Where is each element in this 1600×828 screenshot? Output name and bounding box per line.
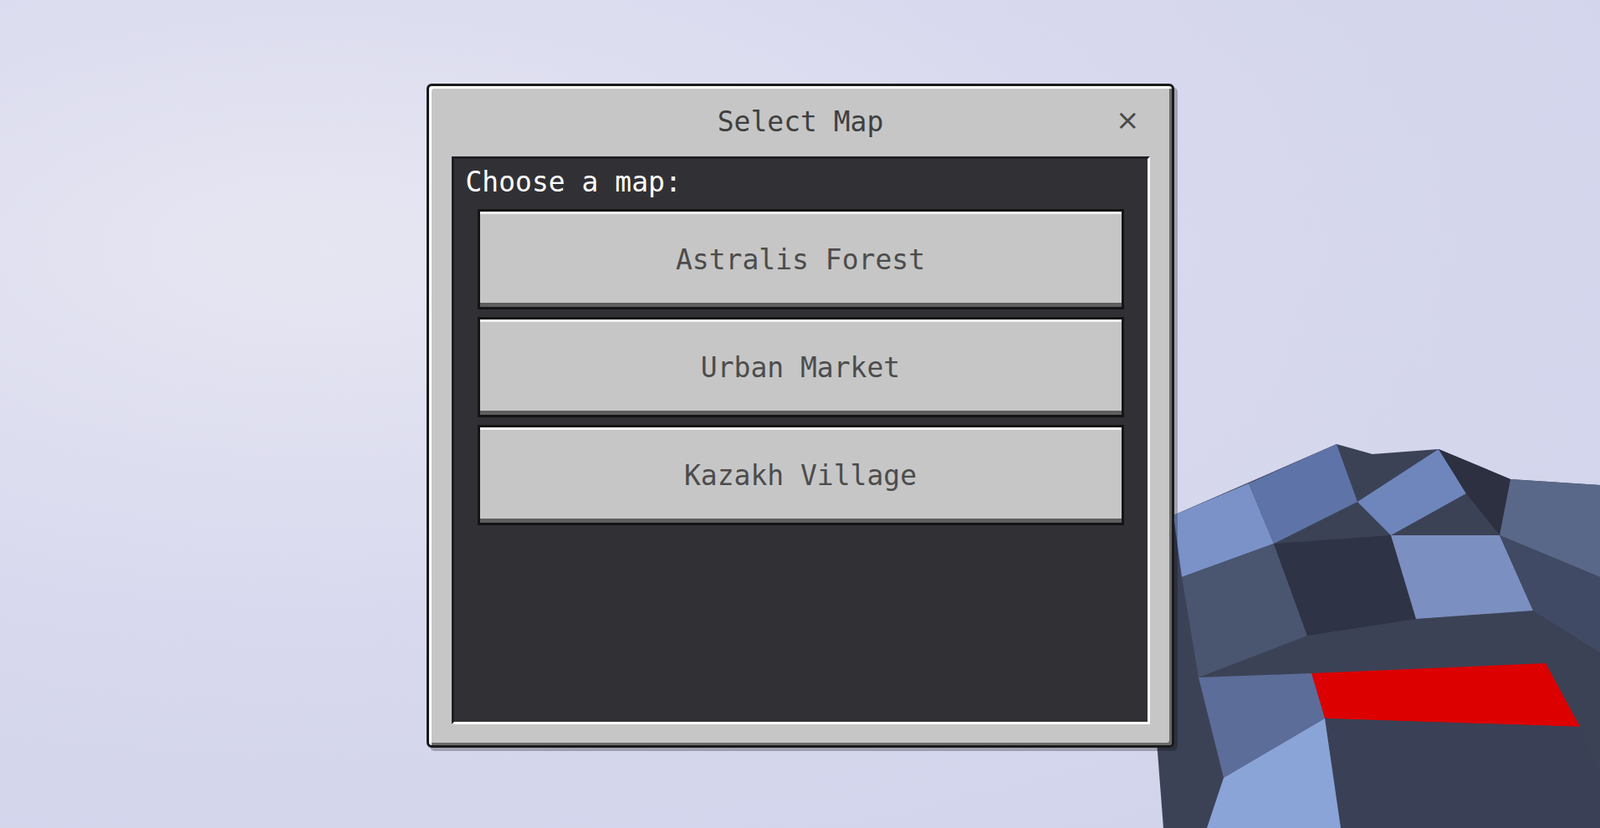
content-panel: Choose a map: Astralis ForestUrban Market… xyxy=(451,156,1151,725)
map-list: Astralis ForestUrban MarketKazakh Villag… xyxy=(465,209,1125,526)
game-scene: Select Map × Choose a map: Astralis ForestU… xyxy=(0,0,1600,828)
close-button[interactable]: × xyxy=(1109,99,1147,140)
map-button[interactable]: Urban Market xyxy=(477,316,1125,418)
map-button[interactable]: Astralis Forest xyxy=(477,209,1125,310)
prompt-label: Choose a map: xyxy=(465,165,1125,200)
title-bar: Select Map × xyxy=(451,86,1151,157)
map-button[interactable]: Kazakh Village xyxy=(477,424,1125,526)
dialog-title: Select Map xyxy=(717,105,885,139)
held-item-icon xyxy=(1148,443,1600,828)
select-map-dialog: Select Map × Choose a map: Astralis ForestU… xyxy=(426,83,1175,748)
